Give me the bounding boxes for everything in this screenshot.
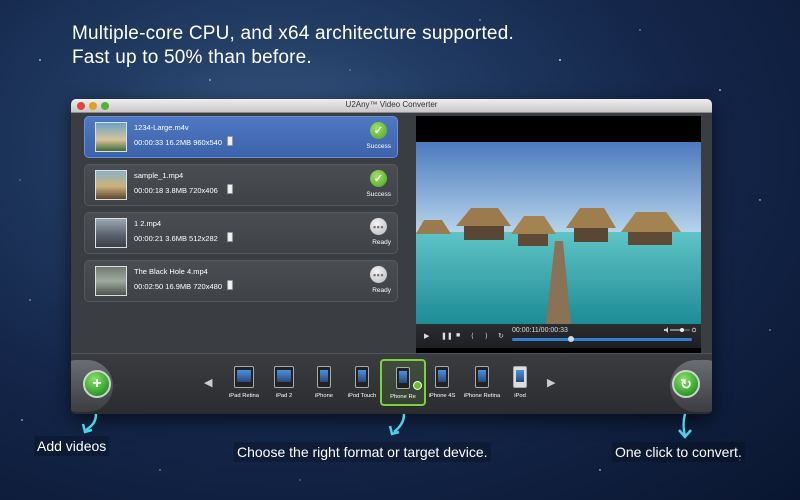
arrow-pointer-convert xyxy=(678,413,692,439)
play-icon[interactable]: ▶ xyxy=(424,332,429,340)
video-thumbnail xyxy=(95,266,127,296)
file-name: sample_1.mp4 xyxy=(134,171,184,180)
more-icon: ••• xyxy=(370,218,387,235)
file-status: Ready xyxy=(372,287,391,294)
video-thumbnail xyxy=(95,170,127,200)
ipad-icon xyxy=(234,366,254,388)
checkmark-icon: ✓ xyxy=(370,122,387,139)
headline-line-1: Multiple-core CPU, and x64 architecture … xyxy=(72,23,514,44)
player-controls: ▶ ❚❚ ■ ⟨ ⟩ ↻ 00:00:11/00:00:33 xyxy=(416,324,701,348)
device-bar: + ↻ ◀ ▶ iPad Retina iPad 2 iPhone iPod T… xyxy=(71,353,712,414)
preview-frame xyxy=(416,142,701,324)
file-status: Success xyxy=(366,143,391,150)
caption-convert: One click to convert. xyxy=(612,442,745,462)
title-bar: U2Any™ Video Converter xyxy=(71,99,712,113)
headline-line-2: Fast up to 50% than before. xyxy=(72,47,312,68)
checkmark-icon: ✓ xyxy=(370,170,387,187)
caption-add-videos: Add videos xyxy=(34,436,110,456)
file-meta: 00:00:21 3.6MB 512x282 xyxy=(134,234,218,243)
arrow-pointer-add xyxy=(81,413,98,434)
device-ipod-touch[interactable]: iPod Touch xyxy=(339,362,385,406)
ipad-icon xyxy=(274,366,294,388)
headline: Multiple-core CPU, and x64 architecture … xyxy=(72,22,514,70)
more-icon: ••• xyxy=(370,266,387,283)
file-item[interactable]: The Black Hole 4.mp4 00:02:50 16.9MB 720… xyxy=(84,260,398,302)
file-meta: 00:00:18 3.8MB 720x406 xyxy=(134,186,218,195)
device-icon xyxy=(227,232,233,242)
progress-bar[interactable] xyxy=(512,336,692,342)
scroll-right-icon[interactable]: ▶ xyxy=(547,376,555,389)
progress-handle[interactable] xyxy=(568,336,575,342)
playback-time: 00:00:11/00:00:33 xyxy=(512,327,568,334)
caption-choose-device: Choose the right format or target device… xyxy=(234,442,491,462)
previous-frame-icon[interactable]: ⟨ xyxy=(471,332,474,340)
plus-icon: + xyxy=(92,375,102,392)
file-list: 1234-Large.m4v 00:00:33 16.2MB 960x540 ✓… xyxy=(80,116,398,354)
file-status: Ready xyxy=(372,239,391,246)
scroll-left-icon[interactable]: ◀ xyxy=(204,376,212,389)
pause-icon[interactable]: ❚❚ xyxy=(441,332,453,340)
file-meta: 00:02:50 16.9MB 720x480 xyxy=(134,282,222,291)
loop-icon[interactable]: ↻ xyxy=(498,332,504,340)
convert-button[interactable]: ↻ xyxy=(672,370,700,398)
file-meta: 00:00:33 16.2MB 960x540 xyxy=(134,138,222,147)
iphone-icon xyxy=(435,366,449,388)
ipod-touch-icon xyxy=(355,366,369,388)
file-name: 1 2.mp4 xyxy=(134,219,162,228)
arrow-pointer-choose xyxy=(388,413,406,436)
file-item[interactable]: 1234-Large.m4v 00:00:33 16.2MB 960x540 ✓… xyxy=(84,116,398,158)
device-icon xyxy=(227,280,233,290)
device-icon xyxy=(227,136,233,146)
video-preview xyxy=(416,116,701,353)
refresh-icon: ↻ xyxy=(680,375,692,392)
file-name: The Black Hole 4.mp4 xyxy=(134,267,208,276)
video-thumbnail xyxy=(95,122,127,152)
device-icon xyxy=(227,184,233,194)
iphone-icon xyxy=(475,366,489,388)
next-frame-icon[interactable]: ⟩ xyxy=(485,332,488,340)
window-title: U2Any™ Video Converter xyxy=(345,100,438,109)
file-name: 1234-Large.m4v xyxy=(134,123,189,132)
add-videos-button[interactable]: + xyxy=(83,370,111,398)
file-item[interactable]: 1 2.mp4 00:00:21 3.6MB 512x282 ••• Ready xyxy=(84,212,398,254)
device-ipod[interactable]: iPod xyxy=(497,362,543,406)
video-thumbnail xyxy=(95,218,127,248)
stop-icon[interactable]: ■ xyxy=(456,332,460,339)
iphone-icon xyxy=(396,367,410,389)
file-status: Success xyxy=(366,191,391,198)
ipod-icon xyxy=(513,366,527,388)
volume-slider[interactable] xyxy=(664,327,696,333)
file-item[interactable]: sample_1.mp4 00:00:18 3.8MB 720x406 ✓ Su… xyxy=(84,164,398,206)
app-window: U2Any™ Video Converter 1234-Large.m4v 00… xyxy=(71,99,712,414)
iphone-icon xyxy=(317,366,331,388)
